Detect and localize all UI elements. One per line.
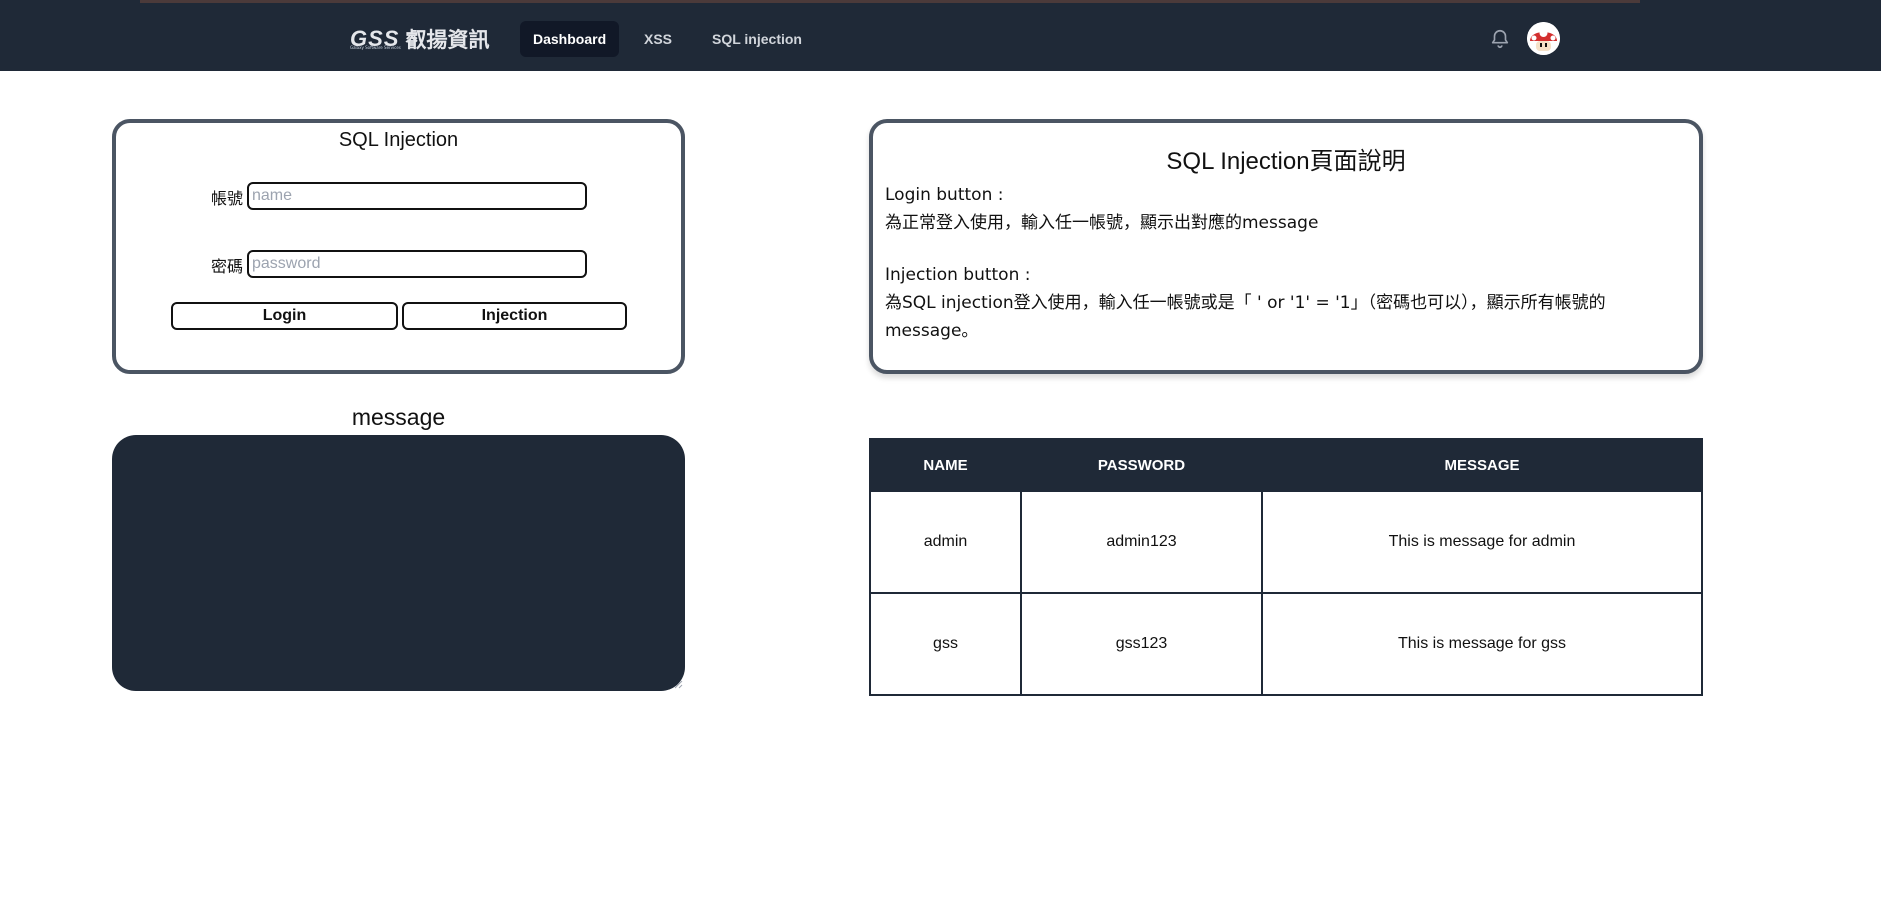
message-textarea[interactable] — [112, 435, 685, 691]
column-header-name: NAME — [869, 438, 1022, 492]
login-button-description: 為正常登入使用，輸入任一帳號，顯示出對應的message — [885, 213, 1319, 233]
mushroom-avatar-icon — [1527, 22, 1560, 55]
login-button-heading: Login button : — [885, 185, 1004, 205]
account-label: 帳號 — [211, 189, 244, 208]
injection-button[interactable]: Injection — [402, 302, 627, 330]
password-input[interactable] — [247, 250, 587, 278]
login-button[interactable]: Login — [171, 302, 398, 330]
table-row: gss gss123 This is message for gss — [869, 592, 1703, 696]
password-label: 密碼 — [211, 257, 244, 276]
nav-link-sql-injection[interactable]: SQL injection — [699, 21, 815, 57]
navbar-top-line — [140, 0, 1640, 3]
cell-password: gss123 — [1020, 592, 1263, 696]
cell-message: This is message for gss — [1261, 592, 1703, 696]
message-label: message — [351, 404, 446, 430]
table-header-row: NAME PASSWORD MESSAGE — [869, 438, 1703, 492]
nav-link-dashboard[interactable]: Dashboard — [520, 21, 620, 57]
bell-icon[interactable] — [1489, 28, 1511, 50]
sql-injection-info-card: SQL Injection頁面說明 Login button : 為正常登入使用… — [869, 119, 1703, 374]
table-row: admin admin123 This is message for admin — [869, 490, 1703, 594]
injection-button-heading: Injection button : — [885, 265, 1031, 285]
injection-button-description: 為SQL injection登入使用，輸入任一帳號或是「 ' or '1' = … — [885, 293, 1606, 341]
logo-subtitle: Galaxy Software Services — [350, 45, 401, 50]
user-avatar[interactable] — [1527, 22, 1560, 55]
sql-injection-login-card: SQL Injection 帳號 密碼 Login Injection — [112, 119, 685, 374]
login-card-title: SQL Injection — [338, 129, 459, 151]
column-header-password: PASSWORD — [1020, 438, 1263, 492]
account-input[interactable] — [247, 182, 587, 210]
top-navbar: GSS Galaxy Software Services 叡揚資訊 Dashbo… — [0, 0, 1881, 71]
cell-name: gss — [869, 592, 1022, 696]
gss-logo[interactable]: GSS Galaxy Software Services 叡揚資訊 — [350, 26, 490, 53]
column-header-message: MESSAGE — [1261, 438, 1703, 492]
info-card-title: SQL Injection頁面說明 — [1166, 148, 1406, 175]
accounts-table: NAME PASSWORD MESSAGE admin admin123 Thi… — [869, 438, 1703, 696]
logo-chinese-name: 叡揚資訊 — [405, 28, 490, 52]
nav-link-xss[interactable]: XSS — [631, 21, 685, 57]
cell-name: admin — [869, 490, 1022, 594]
cell-message: This is message for admin — [1261, 490, 1703, 594]
cell-password: admin123 — [1020, 490, 1263, 594]
resize-grip-icon[interactable] — [674, 680, 683, 689]
